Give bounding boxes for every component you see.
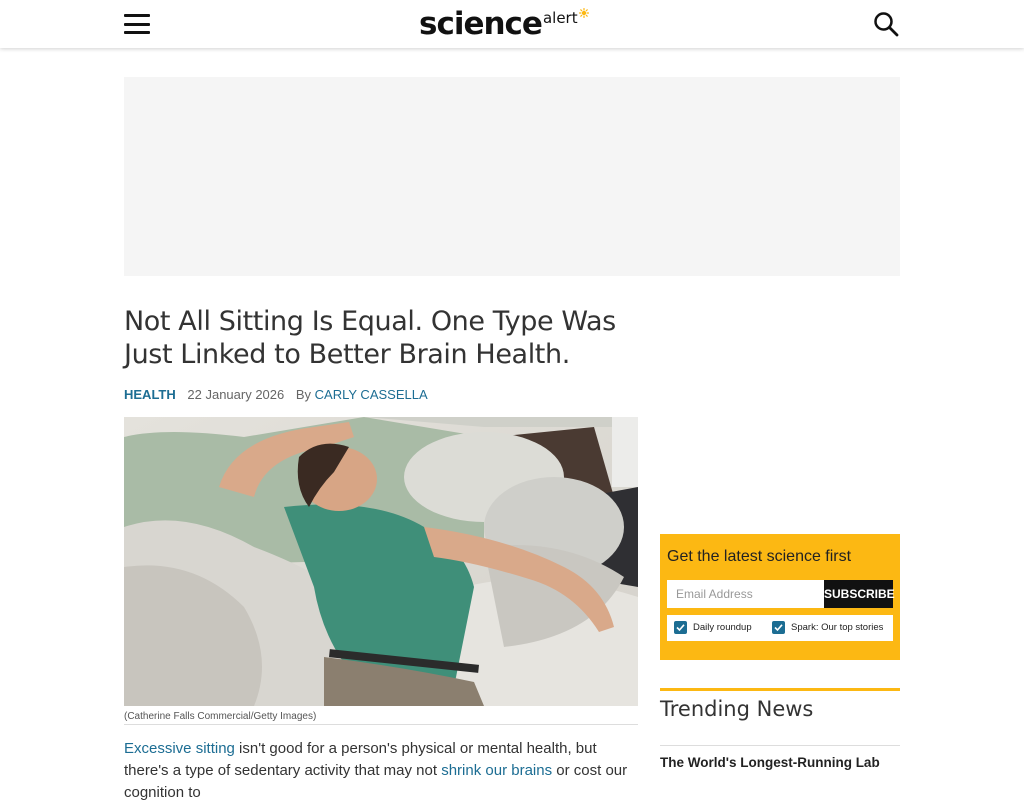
caption-divider [124, 724, 638, 725]
trending-accent-bar [660, 688, 900, 691]
inline-link-shrink-brains[interactable]: shrink our brains [441, 762, 552, 779]
article-headline: Not All Sitting Is Equal. One Type Was J… [124, 306, 616, 370]
search-icon[interactable] [873, 11, 899, 37]
option-label: Daily roundup [693, 622, 752, 633]
article-meta: HEALTH 22 January 2026 By CARLY CASSELLA [124, 387, 428, 402]
newsletter-title: Get the latest science first [667, 548, 852, 565]
sun-icon [578, 8, 589, 18]
trending-title: Trending News [660, 697, 814, 721]
logo-wordmark-sub: alert [542, 9, 578, 27]
inline-link-excessive-sitting[interactable]: Excessive sitting [124, 740, 235, 757]
option-spark-top-stories[interactable]: Spark: Our top stories [772, 621, 883, 634]
checkbox-checked-icon[interactable] [772, 621, 785, 634]
checkbox-checked-icon[interactable] [674, 621, 687, 634]
article-hero-image [124, 417, 638, 706]
advertisement-placeholder [124, 77, 900, 276]
category-link[interactable]: HEALTH [124, 387, 176, 402]
subscribe-button[interactable]: SUBSCRIBE [824, 580, 895, 608]
image-caption: (Catherine Falls Commercial/Getty Images… [124, 711, 317, 722]
hamburger-menu-icon[interactable] [124, 12, 150, 36]
email-input[interactable] [667, 580, 831, 608]
publish-date: 22 January 2026 [187, 387, 285, 402]
option-daily-roundup[interactable]: Daily roundup [674, 621, 752, 634]
logo-wordmark: science [419, 6, 543, 42]
option-label: Spark: Our top stories [791, 622, 884, 633]
newsletter-signup: Get the latest science first SUBSCRIBE D… [660, 534, 900, 660]
site-logo[interactable]: science alert [419, 4, 589, 44]
site-header: science alert [0, 0, 1024, 48]
newsletter-options: Daily roundup Spark: Our top stories [667, 615, 893, 641]
trending-divider [660, 745, 900, 746]
byline-label: By [295, 387, 312, 402]
author-link[interactable]: CARLY CASSELLA [315, 387, 428, 402]
article-body-paragraph: Excessive sitting isn't good for a perso… [124, 738, 640, 804]
